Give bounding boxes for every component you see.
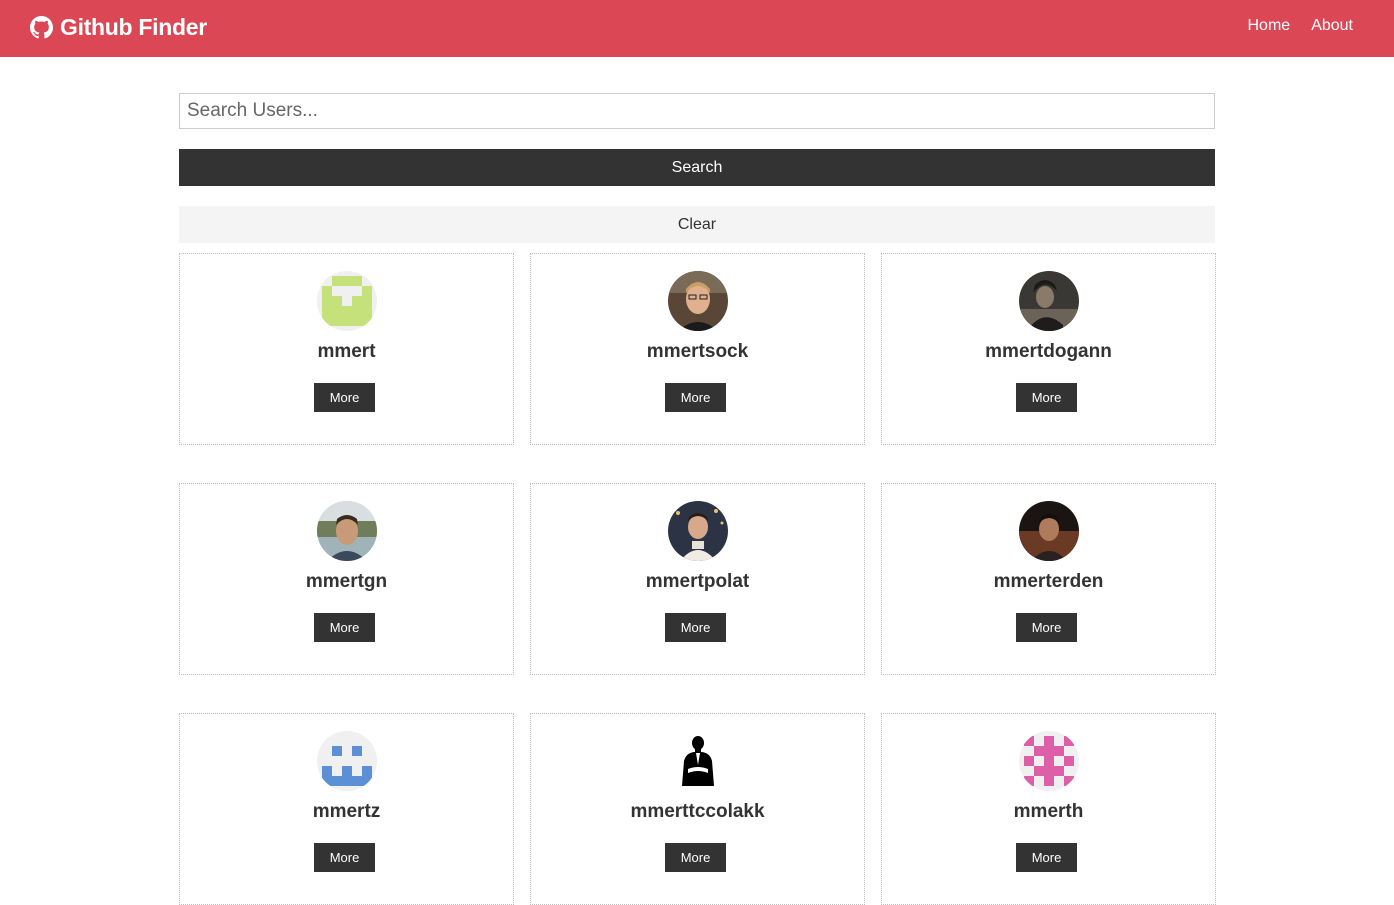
brand-title: Github Finder (60, 13, 207, 40)
username: mmertsock (646, 341, 749, 362)
username: mmerttccolakk (630, 801, 765, 822)
user-card: mmertz More (179, 713, 514, 905)
more-button[interactable]: More (314, 383, 375, 412)
user-card: mmerth More (881, 713, 1216, 905)
username: mmert (317, 341, 376, 362)
username: mmerth (1013, 801, 1084, 822)
username: mmertdogann (985, 341, 1112, 362)
avatar (1019, 731, 1079, 791)
nav-home-link[interactable]: Home (1248, 17, 1291, 35)
avatar (317, 731, 377, 791)
user-card: mmertdogann More (881, 253, 1216, 445)
avatar (668, 731, 728, 791)
users-grid: mmert More mmertsock More mmertdogann Mo… (179, 253, 1216, 905)
github-icon (30, 15, 53, 39)
clear-button[interactable]: Clear (179, 206, 1215, 243)
avatar (1019, 501, 1079, 561)
username: mmertpolat (645, 571, 750, 592)
more-button[interactable]: More (1016, 383, 1077, 412)
user-card: mmertsock More (530, 253, 865, 445)
search-input[interactable] (179, 93, 1215, 129)
avatar (668, 271, 728, 331)
avatar (317, 501, 377, 561)
navbar: Github Finder Home About (0, 0, 1394, 57)
more-button[interactable]: More (665, 383, 726, 412)
username: mmertgn (305, 571, 388, 592)
more-button[interactable]: More (1016, 843, 1077, 872)
search-button[interactable]: Search (179, 149, 1215, 186)
username: mmertz (312, 801, 381, 822)
user-card: mmertgn More (179, 483, 514, 675)
avatar (668, 501, 728, 561)
nav-links: Home About (1248, 17, 1354, 35)
brand-link[interactable]: Github Finder (30, 12, 207, 42)
user-card: mmert More (179, 253, 514, 445)
more-button[interactable]: More (1016, 613, 1077, 642)
nav-about-link[interactable]: About (1311, 17, 1353, 35)
search-form: Search Clear (179, 93, 1215, 243)
username: mmerterden (993, 571, 1104, 592)
more-button[interactable]: More (665, 613, 726, 642)
user-card: mmerterden More (881, 483, 1216, 675)
more-button[interactable]: More (314, 613, 375, 642)
user-card: mmerttccolakk More (530, 713, 865, 905)
more-button[interactable]: More (665, 843, 726, 872)
more-button[interactable]: More (314, 843, 375, 872)
avatar (317, 271, 377, 331)
user-card: mmertpolat More (530, 483, 865, 675)
avatar (1019, 271, 1079, 331)
